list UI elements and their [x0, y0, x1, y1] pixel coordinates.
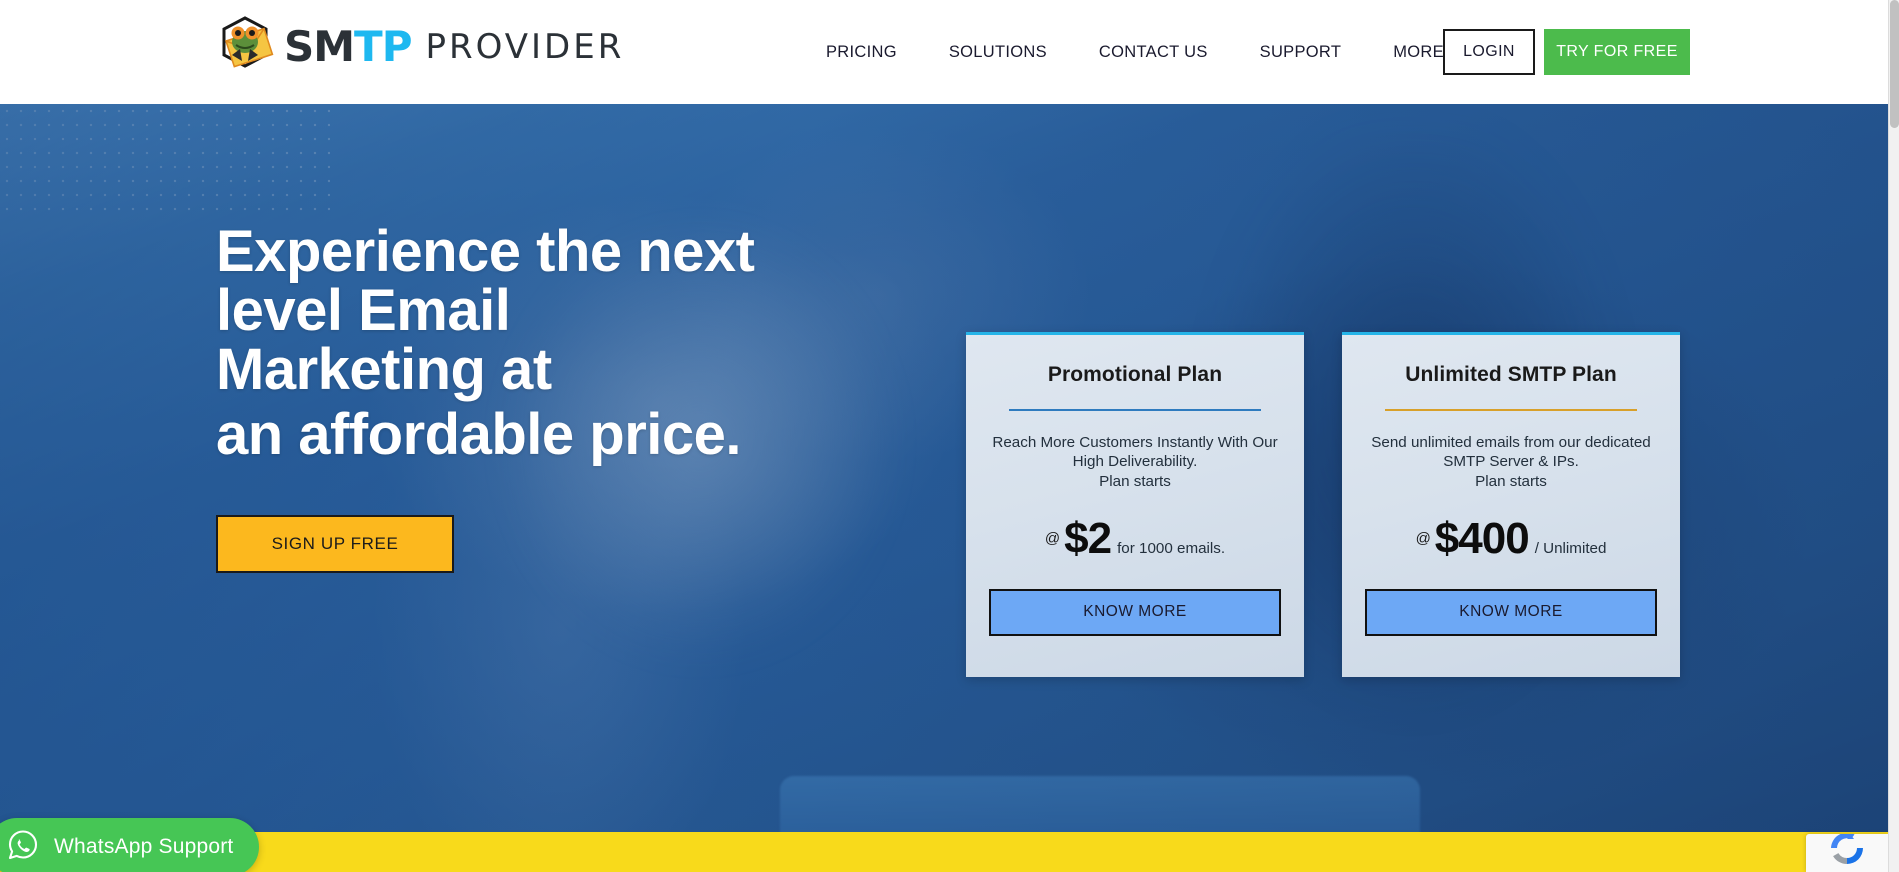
- header-actions: LOGIN TRY FOR FREE: [1443, 0, 1690, 104]
- hero-title-line-1: Experience the next: [216, 219, 755, 284]
- whatsapp-support-label: WhatsApp Support: [54, 835, 234, 858]
- price-amount: $400: [1434, 513, 1530, 563]
- site-header: SMTP PROVIDER PRICING SOLUTIONS CONTACT …: [0, 0, 1888, 104]
- whatsapp-icon: [6, 828, 40, 867]
- pricing-card-unlimited-smtp-plan: Unlimited SMTP Plan Send unlimited email…: [1342, 332, 1680, 677]
- frog-mascot-envelope-icon: [212, 15, 278, 79]
- card-price: @ $400 / Unlimited: [1415, 513, 1607, 563]
- whatsapp-support-button[interactable]: WhatsApp Support: [0, 818, 260, 872]
- page-scrollbar[interactable]: [1888, 0, 1899, 872]
- card-divider: [1385, 409, 1637, 411]
- card-description-line-3: Plan starts: [1475, 472, 1547, 490]
- card-divider: [1009, 409, 1261, 411]
- browser-viewport: SMTP PROVIDER PRICING SOLUTIONS CONTACT …: [0, 0, 1888, 872]
- card-description-line-3: Plan starts: [1099, 472, 1171, 490]
- price-prefix: @: [1044, 530, 1061, 548]
- scrollbar-thumb[interactable]: [1890, 0, 1899, 128]
- hero-section: Experience the next level Email Marketin…: [0, 104, 1888, 832]
- logo-text-smtp: SMTP: [284, 22, 412, 71]
- card-description-line-2: High Deliverability.: [1072, 453, 1198, 471]
- page-root: SMTP PROVIDER PRICING SOLUTIONS CONTACT …: [0, 0, 1899, 872]
- nav-pricing[interactable]: PRICING: [800, 43, 923, 62]
- card-description: Send unlimited emails from our dedicated…: [1361, 433, 1661, 491]
- hero-title-line-3: Marketing at: [216, 337, 552, 403]
- pricing-card-promotional-plan: Promotional Plan Reach More Customers In…: [966, 332, 1304, 677]
- nav-support[interactable]: SUPPORT: [1234, 43, 1368, 62]
- card-price: @ $2 for 1000 emails.: [1044, 513, 1226, 563]
- nav-contact-us[interactable]: CONTACT US: [1073, 43, 1234, 62]
- bottom-yellow-band: [0, 832, 1888, 872]
- login-button[interactable]: LOGIN: [1443, 29, 1535, 75]
- try-for-free-button[interactable]: TRY FOR FREE: [1544, 29, 1690, 75]
- know-more-button-unlimited[interactable]: KNOW MORE: [1365, 588, 1657, 636]
- card-description-line-1: Send unlimited emails from our dedicated: [1371, 433, 1651, 451]
- page-title: Experience the next level Email Marketin…: [216, 222, 936, 465]
- recaptcha-badge[interactable]: [1806, 832, 1888, 872]
- card-title: Unlimited SMTP Plan: [1405, 363, 1617, 386]
- logo-text-tp: TP: [354, 22, 412, 71]
- price-prefix: @: [1415, 530, 1431, 548]
- main-navigation: PRICING SOLUTIONS CONTACT US SUPPORT MOR…: [800, 0, 1470, 104]
- price-unit: / Unlimited: [1534, 539, 1607, 557]
- sign-up-free-button[interactable]: SIGN UP FREE: [216, 514, 454, 573]
- logo-wordmark: SMTP PROVIDER: [284, 26, 624, 68]
- site-logo[interactable]: SMTP PROVIDER: [212, 12, 624, 82]
- price-unit: for 1000 emails.: [1117, 539, 1226, 557]
- hero-title-line-2: level Email: [216, 278, 511, 344]
- card-title: Promotional Plan: [1047, 363, 1223, 386]
- know-more-button-promotional[interactable]: KNOW MORE: [989, 588, 1281, 636]
- logo-text-provider: PROVIDER: [425, 27, 625, 67]
- header-inner: SMTP PROVIDER PRICING SOLUTIONS CONTACT …: [0, 0, 1888, 104]
- hero-title-line-4: an affordable price.: [216, 402, 742, 468]
- recaptcha-icon: [1827, 832, 1867, 872]
- nav-solutions[interactable]: SOLUTIONS: [923, 43, 1073, 62]
- price-amount: $2: [1064, 513, 1112, 563]
- hero-copy: Experience the next level Email Marketin…: [216, 222, 936, 573]
- pricing-cards: Promotional Plan Reach More Customers In…: [966, 332, 1680, 677]
- card-description: Reach More Customers Instantly With Our …: [985, 433, 1285, 491]
- card-description-line-2: SMTP Server & IPs.: [1443, 453, 1579, 471]
- card-description-line-1: Reach More Customers Instantly With Our: [992, 433, 1278, 451]
